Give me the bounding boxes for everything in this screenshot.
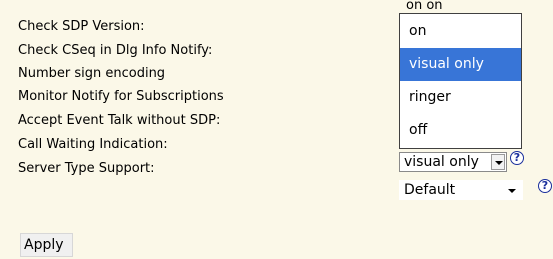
chevron-down-icon [508,189,516,193]
label-check-sdp-version: Check SDP Version: [18,19,145,34]
label-number-sign-encoding: Number sign encoding [18,66,166,81]
dropdown-option-off[interactable]: off [400,114,521,147]
server-type-select[interactable]: Default [399,180,523,200]
label-monitor-notify: Monitor Notify for Subscriptions [18,89,224,104]
label-call-waiting-indication: Call Waiting Indication: [18,137,168,152]
apply-button[interactable]: Apply [20,233,73,257]
call-waiting-dropdown-button[interactable] [491,154,505,170]
hidden-radio-row-peek: on on [406,0,553,12]
dropdown-option-on[interactable]: on [400,15,521,48]
call-waiting-select[interactable]: visual only [399,152,507,172]
call-waiting-dropdown-list: on visual only ringer off [399,13,522,149]
call-waiting-help-icon[interactable]: ? [510,151,524,165]
dropdown-option-ringer[interactable]: ringer [400,81,521,114]
dropdown-option-visual-only[interactable]: visual only [400,48,521,81]
chevron-down-icon [495,161,503,165]
server-type-help-icon[interactable]: ? [538,179,552,193]
label-check-cseq: Check CSeq in Dlg Info Notify: [18,43,213,58]
call-waiting-select-value: visual only [404,154,479,170]
label-accept-event-talk: Accept Event Talk without SDP: [18,113,221,128]
peek-text: on on [406,0,443,12]
server-type-select-value: Default [404,182,456,198]
label-server-type-support: Server Type Support: [18,161,155,176]
